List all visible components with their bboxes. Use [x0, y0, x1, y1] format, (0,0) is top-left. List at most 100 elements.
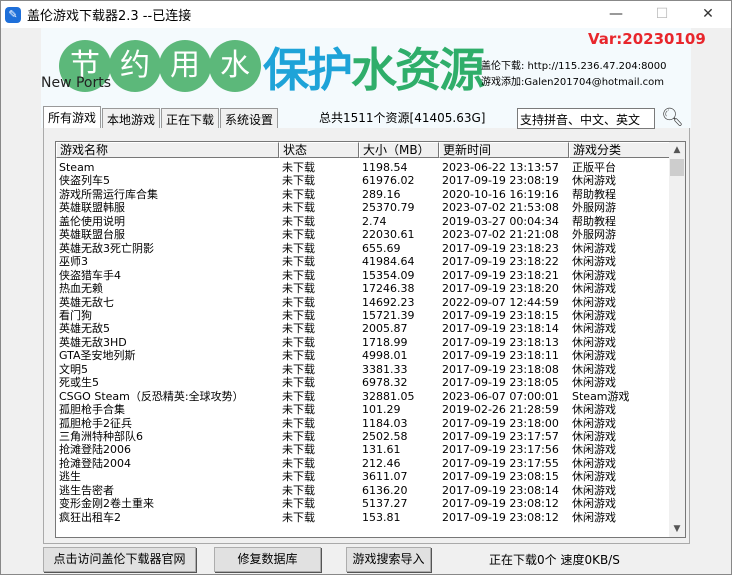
download-status: 正在下载0个 速度0KB/S — [489, 553, 620, 567]
game-updated: 2017-09-19 23:08:19 — [442, 174, 559, 188]
game-size: 131.61 — [362, 443, 401, 457]
visit-website-button[interactable]: 点击访问盖伦下载器官网 — [43, 547, 196, 572]
game-size: 3381.33 — [362, 362, 408, 376]
game-size: 22030.61 — [362, 228, 415, 242]
banner-circle: 用 — [159, 40, 211, 92]
game-updated: 2023-06-22 13:13:57 — [442, 161, 559, 174]
game-category: 休闲游戏 — [572, 255, 616, 269]
game-category: 外服网游 — [572, 201, 616, 215]
table-row[interactable]: 抢滩登陆2004 未下载 212.46 2017-09-19 23:17:55 休闲游戏 — [56, 457, 670, 470]
game-name: 英雄无敌5 — [59, 322, 110, 336]
game-size: 5137.27 — [362, 497, 408, 511]
column-header-updated[interactable]: 更新时间 — [439, 142, 569, 158]
game-size: 2502.58 — [362, 430, 408, 443]
game-name: 侠盗列车5 — [59, 174, 110, 188]
tab-local-games[interactable]: 本地游戏 — [102, 108, 161, 128]
close-button[interactable]: ✕ — [685, 1, 731, 28]
repair-database-button[interactable]: 修复数据库 — [214, 547, 321, 572]
game-status: 未下载 — [282, 187, 315, 201]
game-category: 休闲游戏 — [572, 174, 616, 188]
game-status: 未下载 — [282, 416, 315, 430]
game-name: 逃生告密者 — [59, 483, 114, 497]
table-row[interactable]: 英雄无敌3HD 未下载 1718.99 2017-09-19 23:18:13 休闲游戏 — [56, 336, 670, 349]
table-row[interactable]: GTA圣安地列斯 未下载 4998.01 2017-09-19 23:18:11 休闲游… — [56, 349, 670, 362]
game-size: 1198.54 — [362, 161, 408, 174]
resource-total: 总共1511个资源[41405.63G] — [319, 111, 486, 125]
table-row[interactable]: 孤胆枪手合集 未下载 101.29 2019-02-26 21:28:59 休闲游戏 — [56, 403, 670, 416]
game-category: 休闲游戏 — [572, 295, 616, 309]
table-row[interactable]: 死或生5 未下载 6978.32 2017-09-19 23:18:05 休闲游戏 — [56, 376, 670, 389]
game-name: GTA圣安地列斯 — [59, 349, 136, 363]
table-row[interactable]: 英雄无敌七 未下载 14692.23 2022-09-07 12:44:59 休闲游戏 — [56, 296, 670, 309]
game-size: 6978.32 — [362, 376, 408, 390]
game-category: 休闲游戏 — [572, 443, 616, 457]
table-row[interactable]: 英雄联盟韩服 未下载 25370.79 2023-07-02 21:53:08 外服网游 — [56, 201, 670, 214]
table-row[interactable]: 孤胆枪手2征兵 未下载 1184.03 2017-09-19 23:18:00 休闲游戏 — [56, 417, 670, 430]
table-row[interactable]: CSGO Steam（反恐精英:全球攻势） 未下载 32881.05 2023-06-… — [56, 390, 670, 403]
game-status: 未下载 — [282, 456, 315, 470]
game-updated: 2017-09-19 23:18:23 — [442, 241, 559, 255]
game-size: 15721.39 — [362, 308, 415, 322]
game-category: 外服网游 — [572, 228, 616, 242]
game-size: 3611.07 — [362, 470, 408, 484]
table-row[interactable]: 热血无赖 未下载 17246.38 2017-09-19 23:18:20 休闲游戏 — [56, 282, 670, 295]
column-header-size[interactable]: 大小（MB） — [359, 142, 439, 158]
table-row[interactable]: 三角洲特种部队6 未下载 2502.58 2017-09-19 23:17:57 休闲游… — [56, 430, 670, 443]
scroll-down-icon[interactable]: ▼ — [669, 521, 685, 537]
game-category: 休闲游戏 — [572, 430, 616, 443]
table-row[interactable]: Steam 未下载 1198.54 2023-06-22 13:13:57 正版平台 — [56, 161, 670, 174]
table-row[interactable]: 巫师3 未下载 41984.64 2017-09-19 23:18:22 休闲游戏 — [56, 255, 670, 268]
table-row[interactable]: 逃生 未下载 3611.07 2017-09-19 23:08:15 休闲游戏 — [56, 470, 670, 483]
game-category: 休闲游戏 — [572, 282, 616, 296]
game-size: 153.81 — [362, 510, 401, 524]
table-row[interactable]: 文明5 未下载 3381.33 2017-09-19 23:18:08 休闲游戏 — [56, 363, 670, 376]
search-icon[interactable]: 🔍︎ — [661, 107, 684, 128]
import-search-button[interactable]: 游戏搜索导入 — [346, 547, 431, 572]
game-size: 6136.20 — [362, 483, 408, 497]
game-category: 休闲游戏 — [572, 308, 616, 322]
game-name: 抢滩登陆2004 — [59, 456, 131, 470]
table-row[interactable]: 英雄联盟台服 未下载 22030.61 2023-07-02 21:21:08 外服网游 — [56, 228, 670, 241]
game-name: 三角洲特种部队6 — [59, 430, 143, 443]
game-size: 1718.99 — [362, 335, 408, 349]
table-row[interactable]: 英雄无敌5 未下载 2005.87 2017-09-19 23:18:14 休闲游戏 — [56, 322, 670, 335]
game-name: CSGO Steam（反恐精英:全球攻势） — [59, 389, 244, 403]
game-size: 101.29 — [362, 403, 401, 417]
game-updated: 2017-09-19 23:08:14 — [442, 483, 559, 497]
game-status: 未下载 — [282, 228, 315, 242]
table-row[interactable]: 侠盗猎车手4 未下载 15354.09 2017-09-19 23:18:21 休闲游戏 — [56, 269, 670, 282]
search-input[interactable]: 支持拼音、中文、英文 — [517, 108, 655, 129]
column-header-category[interactable]: 游戏分类 — [569, 142, 670, 158]
game-name: 盖伦使用说明 — [59, 214, 125, 228]
game-updated: 2017-09-19 23:18:13 — [442, 335, 559, 349]
tab-all-games[interactable]: 所有游戏 — [43, 106, 102, 128]
tab-downloading[interactable]: 正在下载 — [161, 108, 220, 128]
game-name: 变形金刚2卷土重来 — [59, 497, 154, 511]
game-status: 未下载 — [282, 241, 315, 255]
table-row[interactable]: 看门狗 未下载 15721.39 2017-09-19 23:18:15 休闲游戏 — [56, 309, 670, 322]
table-row[interactable]: 英雄无敌3死亡阴影 未下载 655.69 2017-09-19 23:18:23 休闲游… — [56, 242, 670, 255]
table-row[interactable]: 游戏所需运行库合集 未下载 289.16 2020-10-16 16:19:16 帮助教… — [56, 188, 670, 201]
game-status: 未下载 — [282, 443, 315, 457]
scroll-thumb[interactable] — [670, 159, 684, 176]
minimize-button[interactable]: — — [593, 1, 639, 28]
table-row[interactable]: 盖伦使用说明 未下载 2.74 2019-03-27 00:04:34 帮助教程 — [56, 215, 670, 228]
table-row[interactable]: 逃生告密者 未下载 6136.20 2017-09-19 23:08:14 休闲游戏 — [56, 484, 670, 497]
table-row[interactable]: 抢滩登陆2006 未下载 131.61 2017-09-19 23:17:56 休闲游戏 — [56, 443, 670, 456]
vertical-scrollbar[interactable]: ▲ ▼ — [669, 142, 685, 537]
maximize-button[interactable]: ☐ — [639, 1, 685, 28]
game-category: 帮助教程 — [572, 214, 616, 228]
table-row[interactable]: 侠盗列车5 未下载 61976.02 2017-09-19 23:08:19 休闲游戏 — [56, 174, 670, 187]
game-updated: 2017-09-19 23:08:15 — [442, 470, 559, 484]
scroll-up-icon[interactable]: ▲ — [669, 142, 685, 158]
column-header-name[interactable]: 游戏名称 — [56, 142, 279, 158]
game-category: 休闲游戏 — [572, 510, 616, 524]
game-category: 休闲游戏 — [572, 268, 616, 282]
game-name: 看门狗 — [59, 308, 92, 322]
tab-settings[interactable]: 系统设置 — [220, 108, 279, 128]
table-row[interactable]: 变形金刚2卷土重来 未下载 5137.27 2017-09-19 23:08:12 休闲… — [56, 497, 670, 510]
table-row[interactable]: 疯狂出租车2 未下载 153.81 2017-09-19 23:08:12 休闲游戏 — [56, 511, 670, 524]
column-header-status[interactable]: 状态 — [279, 142, 359, 158]
download-url: 盖伦下载: http://115.236.47.204:8000 — [481, 61, 667, 72]
game-updated: 2019-02-26 21:28:59 — [442, 403, 559, 417]
